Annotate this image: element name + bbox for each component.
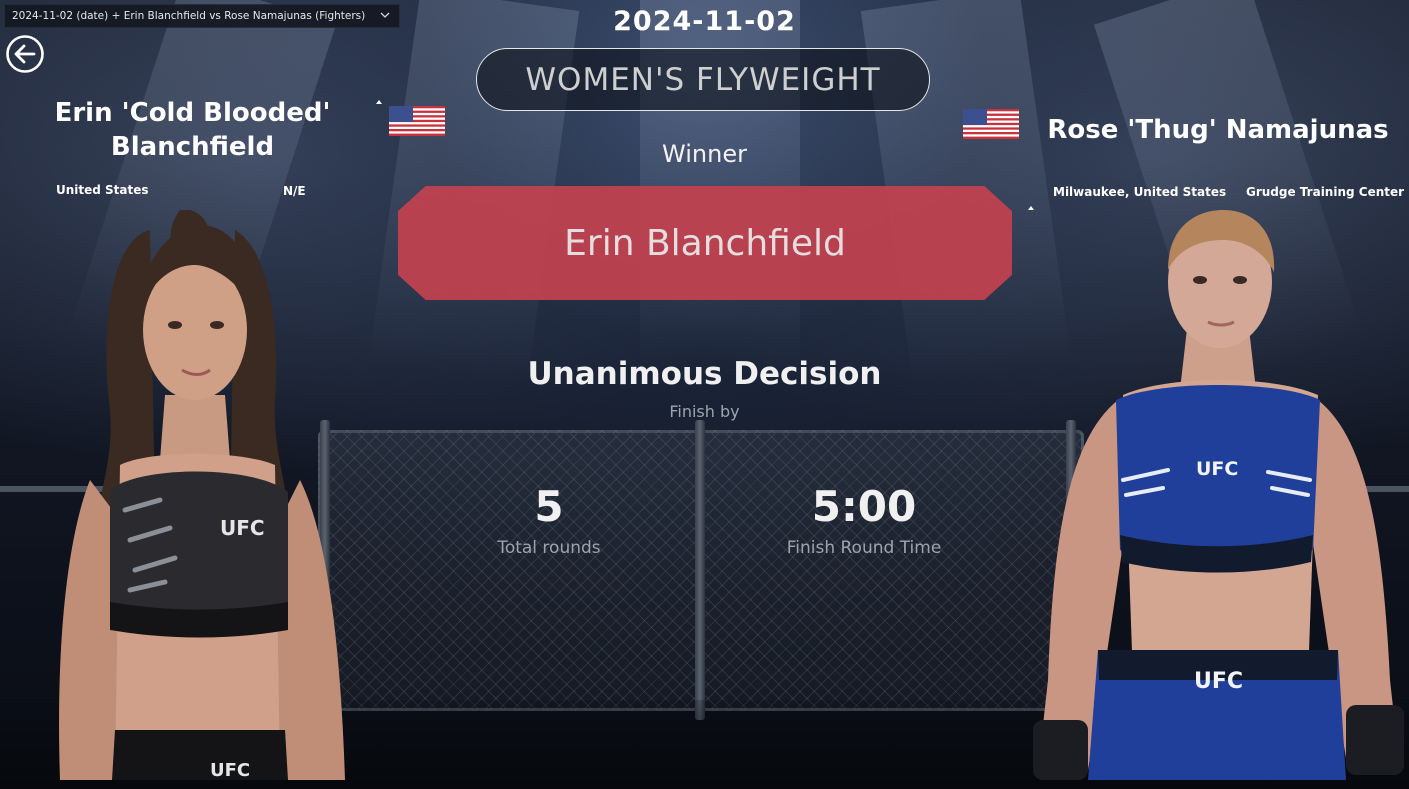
fighter-right-shorts-logo: UFC (1194, 669, 1243, 694)
finish-time-value: 5:00 (811, 482, 917, 531)
total-rounds-value: 5 (534, 482, 564, 531)
us-flag-icon (963, 109, 1019, 139)
winner-banner: Erin Blanchfield (398, 186, 1012, 300)
fighter-left-shorts-logo: UFC (210, 760, 250, 781)
fighter-left-name-line2: Blanchfield (110, 132, 275, 162)
fighter-left-hometown: United States (56, 183, 149, 197)
fighter-left-top-logo: UFC (220, 516, 265, 540)
fighter-left-photo: UFC UFC (59, 210, 345, 781)
weight-class-label: WOMEN'S FLYWEIGHT (525, 61, 881, 98)
fighter-right-photo: UFC UFC (1033, 210, 1404, 780)
fighter-left-team: N/E (283, 184, 306, 198)
winner-name: Erin Blanchfield (564, 222, 846, 264)
fighter-right-hometown: Milwaukee, United States (1053, 185, 1227, 199)
caret-up-icon (376, 100, 382, 104)
fighter-left-name-line1: Erin 'Cold Blooded' (54, 98, 331, 128)
total-rounds-label: Total rounds (497, 538, 601, 558)
back-arrow-icon[interactable] (5, 34, 45, 74)
weight-class-badge: WOMEN'S FLYWEIGHT (476, 48, 930, 111)
fighter-right-name: Rose 'Thug' Namajunas (1047, 115, 1389, 145)
event-date: 2024-11-02 (613, 6, 796, 37)
fighter-left-name: Erin 'Cold Blooded' Blanchfield (40, 96, 345, 164)
fighter-right-team: Grudge Training Center (1246, 185, 1405, 199)
fighter-right-top-logo: UFC (1196, 458, 1238, 480)
finish-time-label: Finish Round Time (786, 538, 942, 558)
us-flag-icon (389, 106, 445, 136)
cage-post (695, 420, 705, 720)
